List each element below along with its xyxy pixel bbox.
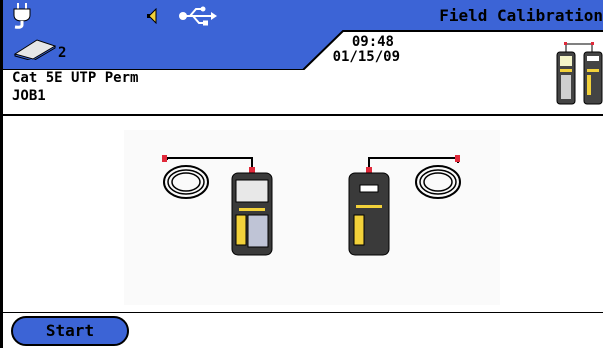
calibration-diagram [124, 130, 500, 305]
tester-pair-icon [556, 42, 603, 105]
tray-icon [13, 39, 57, 60]
job-name: JOB1 [12, 88, 46, 104]
start-button[interactable]: Start [11, 316, 129, 346]
handheld-tester-icon [231, 172, 273, 256]
page-title: Field Calibration [439, 6, 603, 25]
footer-divider [0, 312, 603, 313]
header-divider [0, 114, 603, 116]
power-plug-icon [13, 3, 31, 29]
clock-time: 09:48 [351, 34, 394, 50]
cable-type-label: Cat 5E UTP Perm [12, 70, 139, 86]
tray-count: 2 [58, 45, 67, 61]
clock-date: 01/15/09 [332, 49, 400, 65]
speaker-icon[interactable] [144, 8, 160, 24]
usb-icon [179, 6, 217, 26]
handheld-tester-icon [348, 172, 390, 256]
